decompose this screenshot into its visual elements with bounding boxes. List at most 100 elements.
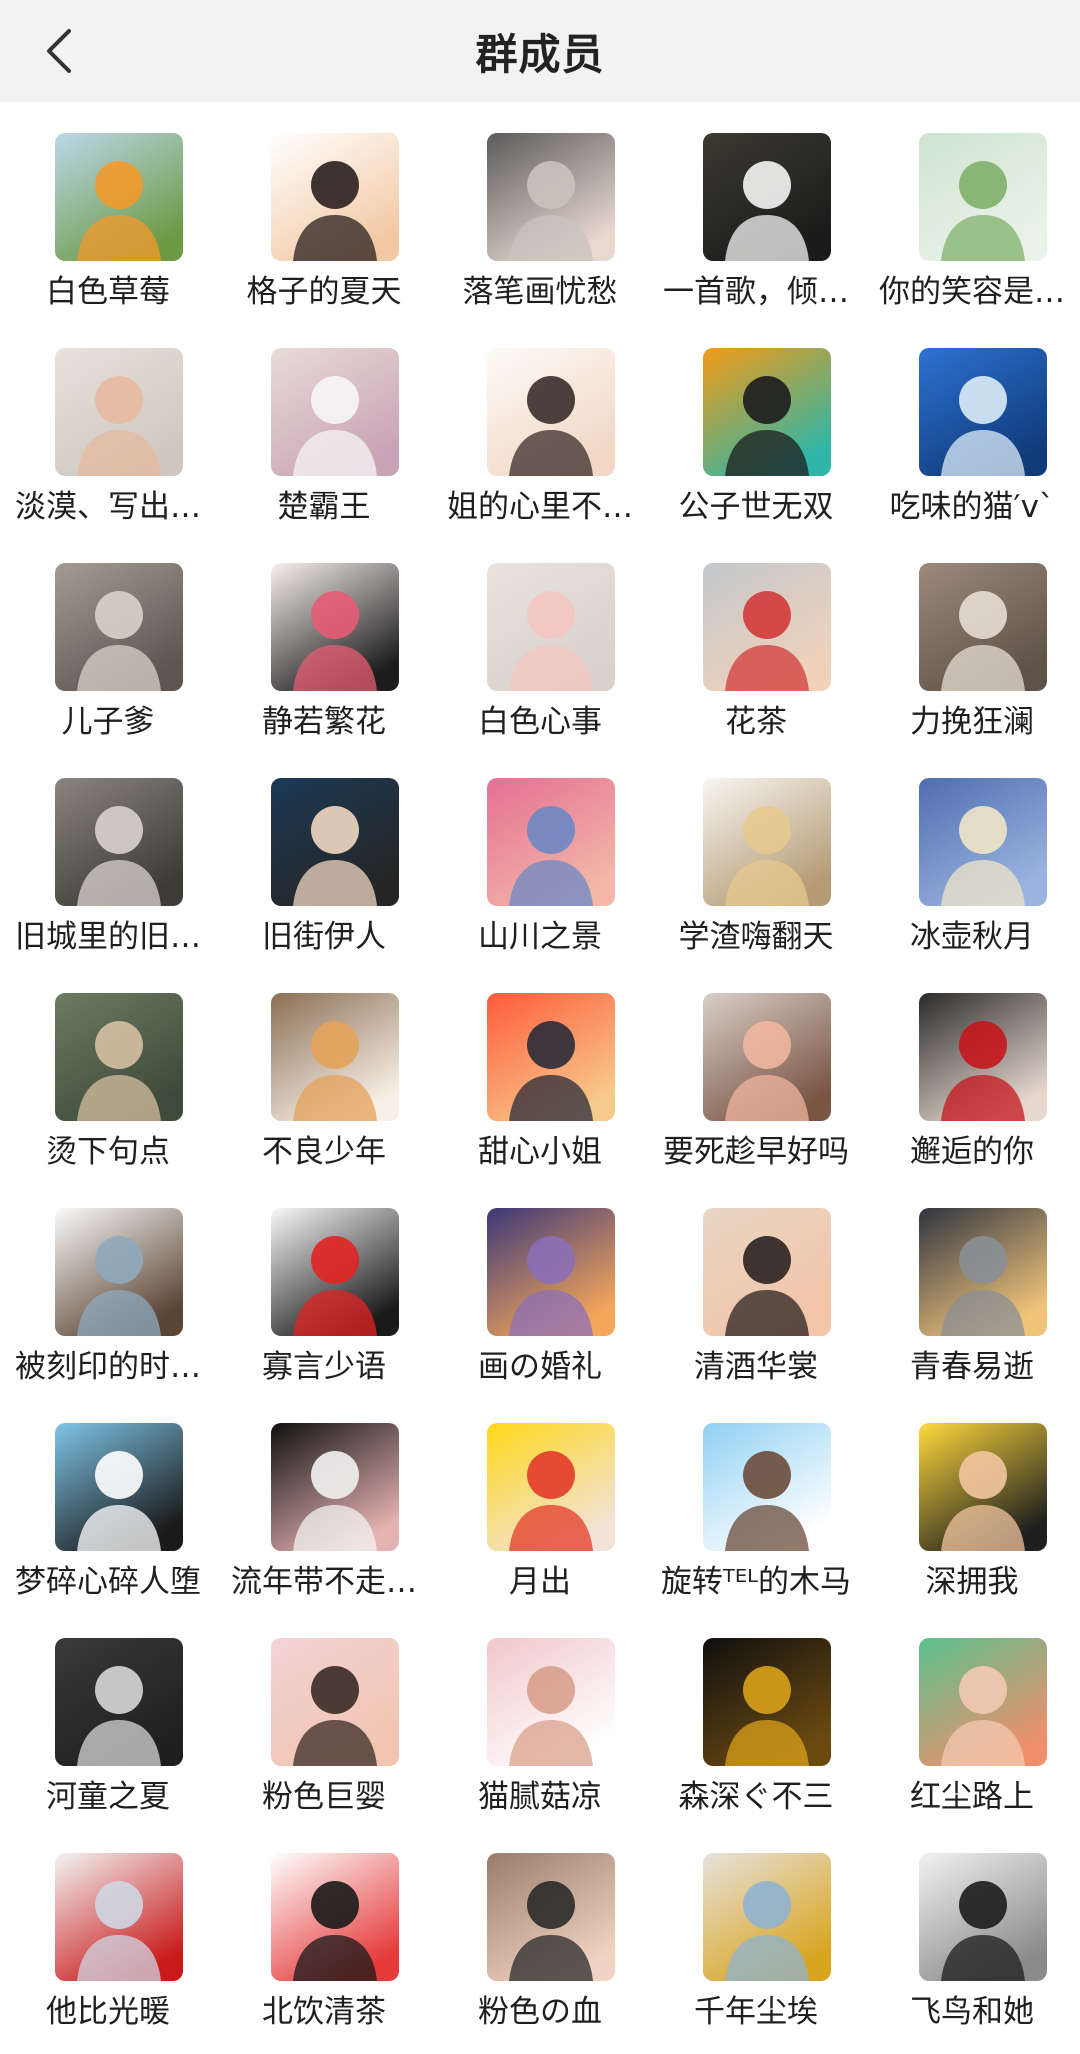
avatar[interactable] — [271, 1208, 399, 1336]
avatar[interactable] — [487, 133, 615, 261]
avatar[interactable] — [703, 563, 831, 691]
avatar[interactable] — [55, 1208, 183, 1336]
avatar[interactable] — [271, 1638, 399, 1766]
member-item[interactable]: 北饮清茶 — [216, 1822, 432, 2037]
member-item[interactable]: 吃味的猫′v` — [864, 317, 1080, 532]
avatar[interactable] — [703, 133, 831, 261]
avatar[interactable] — [487, 778, 615, 906]
member-item[interactable]: 旧城里的旧… — [0, 747, 216, 962]
member-item[interactable]: 公子世无双 — [648, 317, 864, 532]
avatar[interactable] — [487, 563, 615, 691]
tabby-cat-image — [55, 563, 183, 691]
avatar[interactable] — [703, 778, 831, 906]
member-item[interactable]: 粉色の血 — [432, 1822, 648, 2037]
member-name: 山川之景 — [478, 919, 602, 955]
member-item[interactable]: 粉色巨婴 — [216, 1607, 432, 1822]
avatar[interactable] — [919, 133, 1047, 261]
avatar[interactable] — [919, 348, 1047, 476]
avatar[interactable] — [55, 993, 183, 1121]
avatar[interactable] — [271, 348, 399, 476]
member-item[interactable]: 森深ぐ不三 — [648, 1607, 864, 1822]
member-item[interactable]: 白色草莓 — [0, 102, 216, 317]
member-item[interactable]: 花茶 — [648, 532, 864, 747]
chevron-left-icon — [47, 29, 71, 73]
avatar[interactable] — [271, 993, 399, 1121]
anime-boy-glasses-image — [487, 348, 615, 476]
avatar[interactable] — [919, 563, 1047, 691]
black-cat-image — [703, 348, 831, 476]
avatar[interactable] — [487, 1853, 615, 1981]
member-item[interactable]: 深拥我 — [864, 1392, 1080, 1607]
member-item[interactable]: 落笔画忧愁 — [432, 102, 648, 317]
member-item[interactable]: 格子的夏天 — [216, 102, 432, 317]
avatar[interactable] — [271, 133, 399, 261]
member-item[interactable]: 儿子爹 — [0, 532, 216, 747]
member-item[interactable]: 清酒华裳 — [648, 1177, 864, 1392]
avatar[interactable] — [55, 563, 183, 691]
avatar[interactable] — [919, 1638, 1047, 1766]
member-item[interactable]: 月出 — [432, 1392, 648, 1607]
avatar[interactable] — [55, 133, 183, 261]
avatar[interactable] — [487, 1208, 615, 1336]
avatar[interactable] — [919, 1208, 1047, 1336]
avatar[interactable] — [55, 1853, 183, 1981]
toddler-red-image — [703, 563, 831, 691]
member-item[interactable]: 力挽狂澜 — [864, 532, 1080, 747]
avatar[interactable] — [703, 1638, 831, 1766]
avatar[interactable] — [487, 993, 615, 1121]
member-name: 森深ぐ不三 — [678, 1779, 834, 1815]
member-item[interactable]: 被刻印的时… — [0, 1177, 216, 1392]
avatar[interactable] — [703, 1423, 831, 1551]
avatar[interactable] — [919, 1423, 1047, 1551]
member-item[interactable]: 烫下句点 — [0, 962, 216, 1177]
member-item[interactable]: 山川之景 — [432, 747, 648, 962]
member-item[interactable]: 猫腻菇凉 — [432, 1607, 648, 1822]
member-item[interactable]: 青春易逝 — [864, 1177, 1080, 1392]
avatar[interactable] — [487, 1638, 615, 1766]
member-item[interactable]: 他比光暖 — [0, 1822, 216, 2037]
member-item[interactable]: 一首歌，倾… — [648, 102, 864, 317]
member-item[interactable]: 静若繁花 — [216, 532, 432, 747]
member-item[interactable]: 河童之夏 — [0, 1607, 216, 1822]
member-item[interactable]: 流年带不走… — [216, 1392, 432, 1607]
member-item[interactable]: 邂逅的你 — [864, 962, 1080, 1177]
avatar[interactable] — [271, 778, 399, 906]
avatar[interactable] — [919, 1853, 1047, 1981]
member-item[interactable]: 旧街伊人 — [216, 747, 432, 962]
avatar[interactable] — [919, 993, 1047, 1121]
member-item[interactable]: 你的笑容是… — [864, 102, 1080, 317]
member-item[interactable]: 不良少年 — [216, 962, 432, 1177]
avatar[interactable] — [487, 1423, 615, 1551]
avatar[interactable] — [55, 778, 183, 906]
avatar[interactable] — [55, 348, 183, 476]
member-item[interactable]: 姐的心里不… — [432, 317, 648, 532]
member-item[interactable]: 旋转ᵀᴱᴸ的木马 — [648, 1392, 864, 1607]
avatar[interactable] — [703, 993, 831, 1121]
avatar[interactable] — [703, 1208, 831, 1336]
member-item[interactable]: 淡漠、写出… — [0, 317, 216, 532]
orange-flowers-image — [55, 133, 183, 261]
avatar[interactable] — [271, 563, 399, 691]
member-item[interactable]: 画の婚礼 — [432, 1177, 648, 1392]
avatar[interactable] — [703, 1853, 831, 1981]
member-name: 白色草莓 — [46, 274, 170, 310]
member-item[interactable]: 红尘路上 — [864, 1607, 1080, 1822]
avatar[interactable] — [271, 1423, 399, 1551]
avatar[interactable] — [919, 778, 1047, 906]
member-item[interactable]: 甜心小姐 — [432, 962, 648, 1177]
member-item[interactable]: 寡言少语 — [216, 1177, 432, 1392]
member-item[interactable]: 冰壶秋月 — [864, 747, 1080, 962]
member-item[interactable]: 楚霸王 — [216, 317, 432, 532]
avatar[interactable] — [487, 348, 615, 476]
member-item[interactable]: 飞鸟和她 — [864, 1822, 1080, 2037]
member-item[interactable]: 梦碎心碎人堕 — [0, 1392, 216, 1607]
member-item[interactable]: 千年尘埃 — [648, 1822, 864, 2037]
back-button[interactable] — [34, 24, 88, 78]
avatar[interactable] — [703, 348, 831, 476]
avatar[interactable] — [55, 1638, 183, 1766]
member-item[interactable]: 学渣嗨翻天 — [648, 747, 864, 962]
member-item[interactable]: 白色心事 — [432, 532, 648, 747]
member-item[interactable]: 要死趁早好吗 — [648, 962, 864, 1177]
avatar[interactable] — [55, 1423, 183, 1551]
avatar[interactable] — [271, 1853, 399, 1981]
